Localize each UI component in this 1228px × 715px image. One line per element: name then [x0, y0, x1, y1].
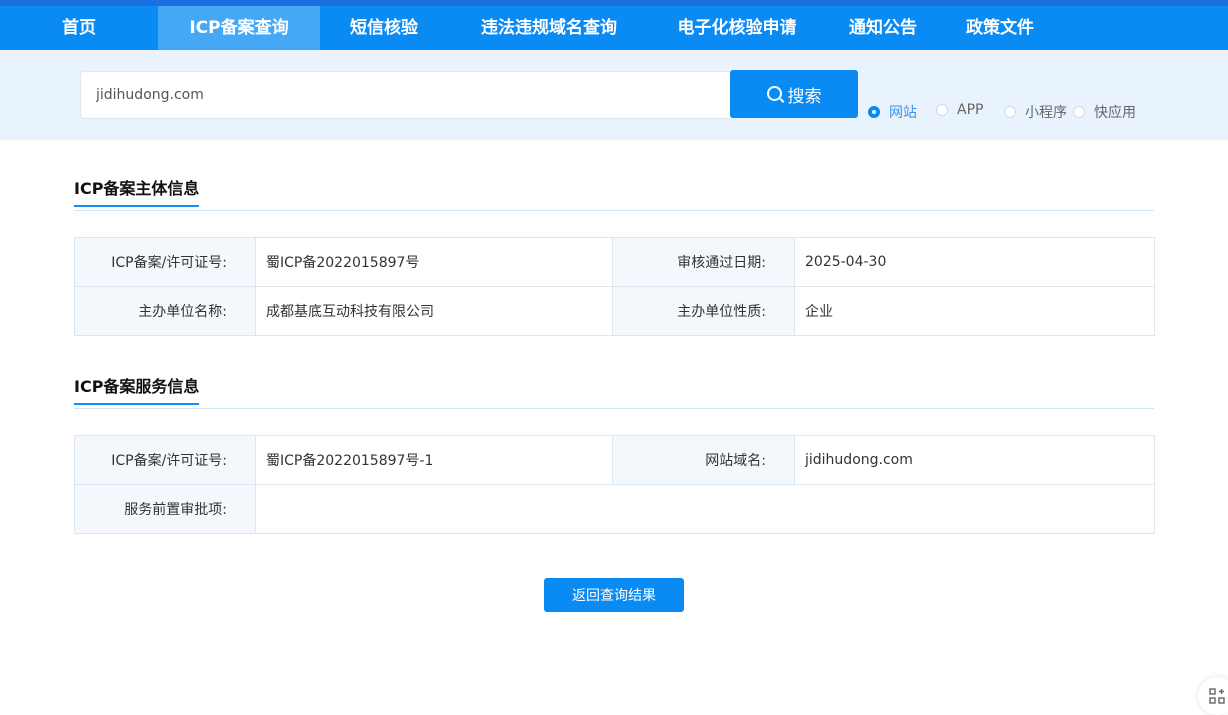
org-name-label: 主办单位名称: — [74, 286, 256, 336]
grid-add-icon — [1209, 688, 1225, 704]
main-nav: 首页 ICP备案查询 短信核验 违法违规域名查询 电子化核验申请 通知公告 政策… — [0, 6, 1058, 50]
nav-item-sms-verify[interactable]: 短信核验 — [320, 6, 448, 50]
license-value: 蜀ICP备2022015897号 — [255, 237, 613, 287]
radio-label: 快应用 — [1094, 105, 1136, 121]
service-info-table: ICP备案/许可证号: 蜀ICP备2022015897号-1 网站域名: jid… — [74, 435, 1155, 534]
license-label: ICP备案/许可证号: — [74, 237, 256, 287]
radio-label: 网站 — [889, 105, 917, 121]
nav-item-illegal-domain-query[interactable]: 违法违规域名查询 — [448, 6, 650, 50]
table-row: 服务前置审批项: — [74, 484, 1155, 534]
radio-quick-app[interactable]: 快应用 — [1073, 102, 1136, 122]
search-input[interactable] — [80, 71, 730, 119]
radio-app[interactable]: APP — [936, 102, 983, 118]
radio-website[interactable]: 网站 — [868, 102, 917, 122]
radio-dot — [868, 106, 880, 118]
table-row: ICP备案/许可证号: 蜀ICP备2022015897号-1 网站域名: jid… — [74, 435, 1155, 485]
domain-label: 网站域名: — [612, 435, 795, 485]
org-type-label: 主办单位性质: — [612, 286, 795, 336]
nav-item-icp-query[interactable]: ICP备案查询 — [158, 6, 320, 50]
back-to-results-button[interactable]: 返回查询结果 — [544, 578, 684, 612]
section-divider — [74, 210, 1154, 211]
radio-dot — [1004, 106, 1016, 118]
nav-item-e-verify-apply[interactable]: 电子化核验申请 — [650, 6, 824, 50]
org-type-value: 企业 — [794, 286, 1155, 336]
service-license-value: 蜀ICP备2022015897号-1 — [255, 435, 613, 485]
nav-item-home[interactable]: 首页 — [0, 6, 158, 50]
pre-approval-value — [255, 484, 1155, 534]
table-row: 主办单位名称: 成都基底互动科技有限公司 主办单位性质: 企业 — [74, 286, 1155, 336]
entity-info-title: ICP备案主体信息 — [74, 175, 200, 207]
floating-app-widget[interactable] — [1198, 677, 1228, 715]
org-name-value: 成都基底互动科技有限公司 — [255, 286, 613, 336]
entity-info-table: ICP备案/许可证号: 蜀ICP备2022015897号 审核通过日期: 202… — [74, 237, 1155, 336]
domain-value: jidihudong.com — [794, 435, 1155, 485]
search-panel: 搜索 网站 APP 小程序 快应用 — [0, 50, 1228, 140]
service-license-label: ICP备案/许可证号: — [74, 435, 256, 485]
radio-label: APP — [957, 102, 984, 118]
nav-item-notices[interactable]: 通知公告 — [824, 6, 942, 50]
search-button[interactable]: 搜索 — [730, 70, 858, 118]
radio-label: 小程序 — [1025, 105, 1067, 121]
nav-item-policies[interactable]: 政策文件 — [942, 6, 1058, 50]
section-divider — [74, 408, 1154, 409]
radio-dot — [1073, 106, 1085, 118]
table-row: ICP备案/许可证号: 蜀ICP备2022015897号 审核通过日期: 202… — [74, 237, 1155, 287]
search-icon — [766, 85, 782, 101]
pre-approval-label: 服务前置审批项: — [74, 484, 256, 534]
radio-dot — [936, 104, 948, 116]
service-info-title: ICP备案服务信息 — [74, 373, 200, 405]
radio-mini-program[interactable]: 小程序 — [1004, 102, 1067, 122]
approval-date-label: 审核通过日期: — [612, 237, 795, 287]
search-button-label: 搜索 — [787, 86, 822, 107]
approval-date-value: 2025-04-30 — [794, 237, 1155, 287]
top-navigation-bar: 首页 ICP备案查询 短信核验 违法违规域名查询 电子化核验申请 通知公告 政策… — [0, 0, 1228, 50]
